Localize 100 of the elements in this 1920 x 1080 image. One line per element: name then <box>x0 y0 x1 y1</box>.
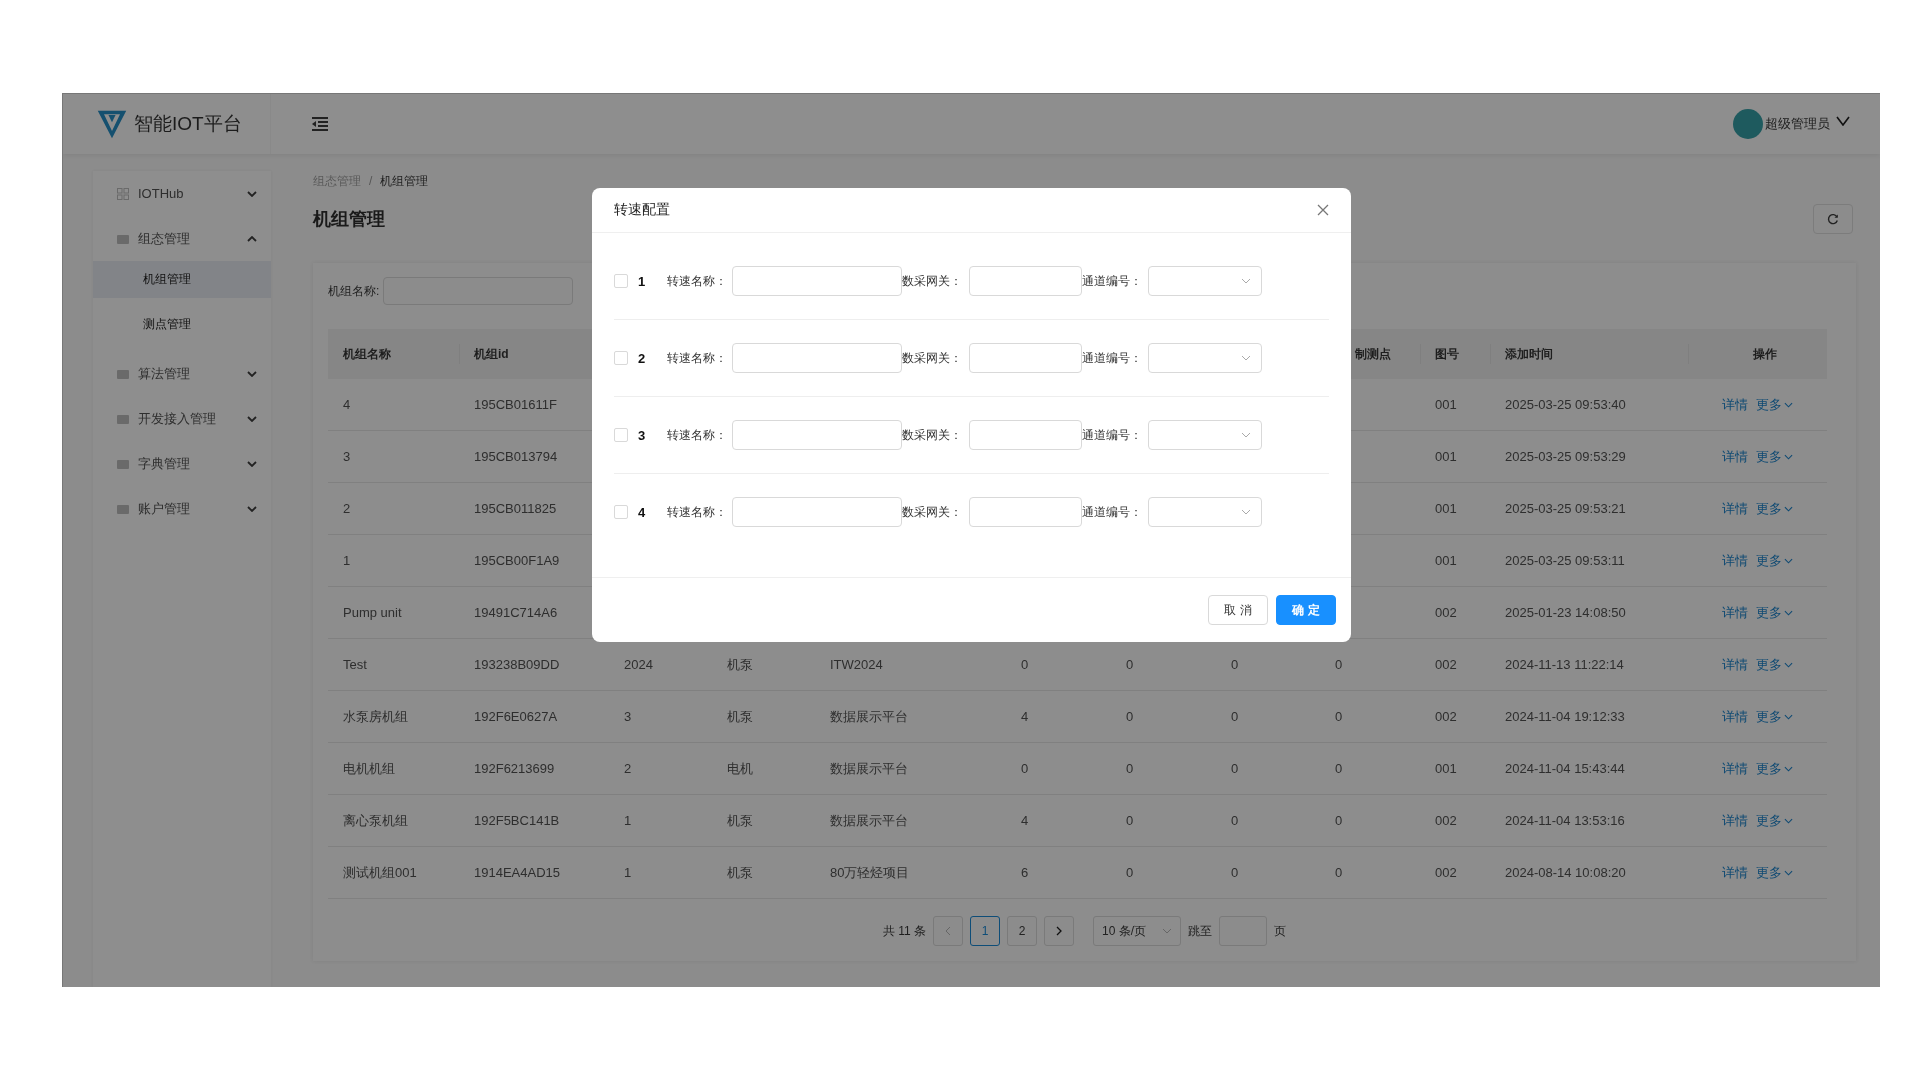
more-link[interactable]: 更多 <box>1756 655 1793 674</box>
table-cell: 0 <box>1335 761 1343 776</box>
select-field[interactable] <box>1148 497 1263 527</box>
input-field[interactable] <box>732 497 903 527</box>
column-header: 制测点 <box>1355 345 1391 363</box>
input-field[interactable] <box>732 420 903 450</box>
table-cell: 2024 <box>624 657 653 672</box>
input-field[interactable] <box>969 497 1083 527</box>
table-cell: Test <box>343 657 367 672</box>
table-cell: 0 <box>1335 813 1343 828</box>
table-cell: 1 <box>624 813 632 828</box>
sidebar-item[interactable]: 开发接入管理 <box>93 396 271 441</box>
cancel-button[interactable]: 取 消 <box>1208 595 1268 625</box>
sidebar-item[interactable]: 算法管理 <box>93 351 271 396</box>
table-cell: 002 <box>1435 709 1457 724</box>
table-cell: 195CB00F1A9 <box>474 553 560 568</box>
more-link[interactable]: 更多 <box>1756 707 1793 726</box>
row-number: 3 <box>638 427 646 443</box>
caret-icon <box>1784 765 1793 772</box>
chevron-left-icon <box>945 926 952 936</box>
table-cell: 4 <box>1021 709 1029 724</box>
select-field[interactable] <box>1148 343 1263 373</box>
avatar-icon[interactable] <box>1733 109 1763 139</box>
details-link[interactable]: 详情 <box>1722 499 1748 518</box>
table-cell: 电机 <box>727 760 753 776</box>
table-cell: 195CB011825 <box>474 501 557 516</box>
caret-icon <box>1784 661 1793 668</box>
details-link[interactable]: 详情 <box>1722 863 1748 882</box>
more-link[interactable]: 更多 <box>1756 759 1793 778</box>
sidebar-subitem[interactable]: 测点管理 <box>93 306 271 343</box>
caret-icon[interactable] <box>1836 116 1850 126</box>
table-cell: 1914EA4AD15 <box>474 865 560 880</box>
details-link[interactable]: 详情 <box>1722 603 1748 622</box>
details-link[interactable]: 详情 <box>1722 551 1748 570</box>
table-cell: 机泵 <box>727 656 753 672</box>
table-cell: 0 <box>1335 865 1343 880</box>
select-field[interactable] <box>1148 266 1263 296</box>
sidebar-item[interactable]: 账户管理 <box>93 486 271 531</box>
checkbox[interactable] <box>614 505 628 519</box>
more-link[interactable]: 更多 <box>1756 603 1793 622</box>
field-label: 数采网关： <box>902 426 963 444</box>
menu-icon <box>117 457 129 470</box>
details-link[interactable]: 详情 <box>1722 811 1748 830</box>
table-cell: 2024-11-13 11:22:14 <box>1505 657 1624 672</box>
refresh-button[interactable] <box>1813 204 1853 234</box>
table-cell: 2 <box>343 501 351 516</box>
input-field[interactable] <box>732 343 903 373</box>
details-link[interactable]: 详情 <box>1722 447 1748 466</box>
menu-icon <box>117 232 129 245</box>
sidebar-subitem[interactable]: 机组管理 <box>93 261 271 298</box>
checkbox[interactable] <box>614 428 628 442</box>
refresh-icon <box>1827 213 1839 225</box>
row-number: 4 <box>638 504 646 520</box>
more-link[interactable]: 更多 <box>1756 447 1793 466</box>
sidebar-item[interactable]: IOTHub <box>93 171 271 216</box>
user-name[interactable]: 超级管理员 <box>1765 115 1830 133</box>
table-cell: ITW2024 <box>830 657 883 672</box>
table-cell: 2025-03-25 09:53:29 <box>1505 449 1626 464</box>
caret-icon <box>1241 432 1252 438</box>
caret-icon <box>1784 453 1793 460</box>
select-field[interactable] <box>1148 420 1263 450</box>
table-cell: 001 <box>1435 449 1457 464</box>
page-size-select[interactable]: 10 条/页 <box>1093 916 1182 946</box>
page-button[interactable]: 1 <box>970 916 1001 946</box>
table-cell: 002 <box>1435 605 1457 620</box>
table-cell: 3 <box>343 449 351 464</box>
menu-icon <box>117 187 129 200</box>
input-field[interactable] <box>732 266 903 296</box>
input-field[interactable] <box>969 343 1083 373</box>
table-cell: 0 <box>1231 709 1239 724</box>
details-link[interactable]: 详情 <box>1722 395 1748 414</box>
more-link[interactable]: 更多 <box>1756 499 1793 518</box>
details-link[interactable]: 详情 <box>1722 759 1748 778</box>
sidebar-item[interactable]: 字典管理 <box>93 441 271 486</box>
confirm-button[interactable]: 确 定 <box>1276 595 1336 625</box>
previous-page-button[interactable] <box>933 916 964 946</box>
checkbox[interactable] <box>614 351 628 365</box>
field-label: 转速名称： <box>667 503 728 521</box>
table-cell: 80万轻烃项目 <box>830 864 910 880</box>
checkbox[interactable] <box>614 274 628 288</box>
more-link[interactable]: 更多 <box>1756 551 1793 570</box>
details-link[interactable]: 详情 <box>1722 655 1748 674</box>
chevron-icon <box>247 460 257 467</box>
breadcrumb-item[interactable]: 机组管理 <box>380 172 429 190</box>
more-link[interactable]: 更多 <box>1756 395 1793 414</box>
page-button[interactable]: 2 <box>1007 916 1038 946</box>
close-icon[interactable] <box>1317 204 1329 216</box>
table-cell: 002 <box>1435 657 1457 672</box>
table-cell: 0 <box>1231 865 1239 880</box>
table-cell: 001 <box>1435 397 1457 412</box>
more-link[interactable]: 更多 <box>1756 863 1793 882</box>
details-link[interactable]: 详情 <box>1722 707 1748 726</box>
sidebar-item[interactable]: 组态管理 <box>93 216 271 261</box>
next-page-button[interactable] <box>1044 916 1075 946</box>
menu-fold-icon[interactable] <box>311 116 329 132</box>
caret-icon <box>1784 401 1793 408</box>
input-field[interactable] <box>969 266 1083 296</box>
table-cell: 数据展示平台 <box>830 760 908 776</box>
more-link[interactable]: 更多 <box>1756 811 1793 830</box>
input-field[interactable] <box>969 420 1083 450</box>
